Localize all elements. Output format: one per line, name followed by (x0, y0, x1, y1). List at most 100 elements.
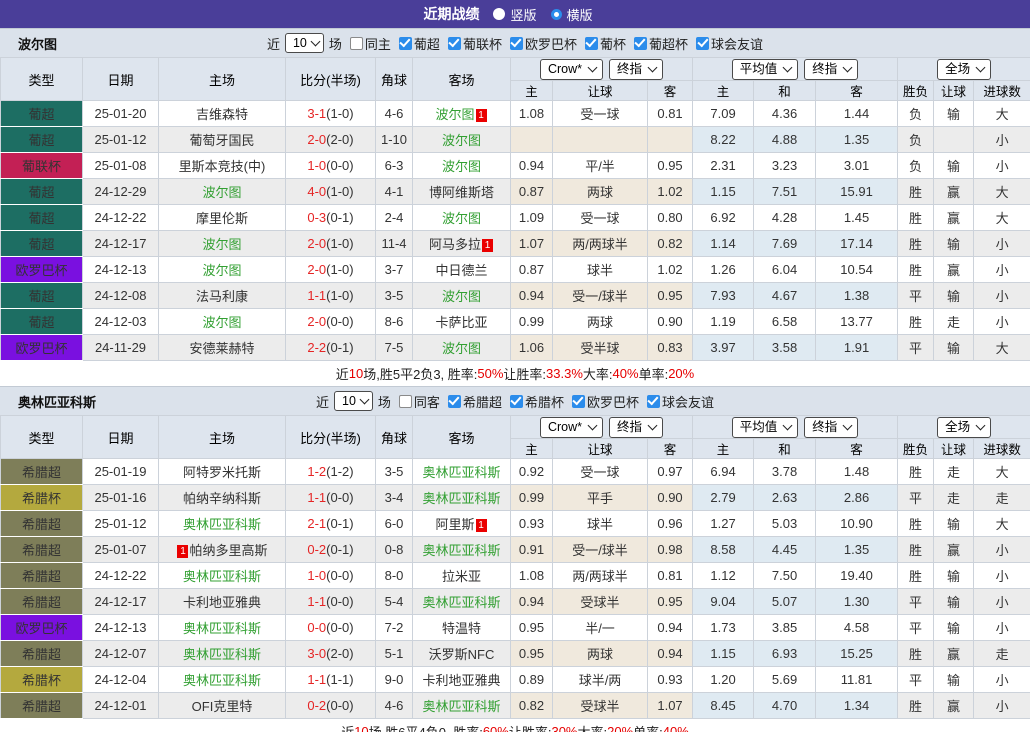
final-odds-select[interactable]: 终指 (609, 417, 663, 438)
league-filter-checkbox[interactable] (647, 395, 660, 408)
match-scope-select[interactable]: 全场 (937, 417, 991, 438)
cell-avg-home: 6.94 (693, 459, 754, 485)
summary-segment: 33.3% (546, 366, 583, 381)
result-group-controls: 全场 (898, 417, 1030, 438)
cell-avg-home: 1.19 (693, 309, 754, 335)
chevron-down-icon (976, 62, 986, 72)
cell-avg-home: 3.97 (693, 335, 754, 361)
league-filter-label: 希腊超 (463, 392, 502, 411)
check-icon (573, 394, 584, 405)
halftime-score: (1-1) (326, 672, 353, 687)
cell-avg-away: 4.58 (816, 615, 898, 641)
cell-result-wdl: 胜 (898, 537, 934, 563)
cell-home-team: 卡利地亚雅典 (159, 589, 286, 615)
summary-segment: 让胜率: (509, 722, 552, 732)
cell-home-team: 奥林匹亚科斯 (159, 615, 286, 641)
league-filter-checkbox[interactable] (572, 395, 585, 408)
same-venue-checkbox[interactable] (350, 37, 363, 50)
cell-date: 25-01-07 (83, 537, 159, 563)
cell-avg-draw: 5.07 (754, 589, 816, 615)
radio-icon-vertical[interactable] (493, 8, 505, 20)
cell-home-team: 奥林匹亚科斯 (159, 641, 286, 667)
cell-avg-away: 1.48 (816, 459, 898, 485)
cell-avg-draw: 6.04 (754, 257, 816, 283)
cell-corners: 3-5 (376, 459, 413, 485)
layout-radio-horizontal[interactable]: 横版 (551, 5, 593, 24)
cell-odds-home: 0.91 (511, 537, 553, 563)
cell-odds-home: 1.08 (511, 101, 553, 127)
cell-avg-draw: 3.58 (754, 335, 816, 361)
cell-score: 1-0(0-0) (286, 153, 376, 179)
final-odds-select[interactable]: 终指 (609, 59, 663, 80)
league-filter-checkbox[interactable] (510, 37, 523, 50)
match-scope-select[interactable]: 全场 (937, 59, 991, 80)
home-team-name: 奥林匹亚科斯 (183, 569, 261, 584)
table-row: 欧罗巴杯24-12-13奥林匹亚科斯0-0(0-0)7-2特温特0.95半/一0… (1, 615, 1030, 641)
cell-date: 24-11-29 (83, 335, 159, 361)
cell-odds-handicap: 受一球 (553, 101, 648, 127)
cell-avg-away: 15.25 (816, 641, 898, 667)
league-filter-checkbox[interactable] (585, 37, 598, 50)
average-select[interactable]: 平均值 (732, 417, 799, 438)
cell-league: 希腊超 (1, 693, 83, 719)
league-filter-checkbox[interactable] (399, 37, 412, 50)
cell-league: 欧罗巴杯 (1, 615, 83, 641)
radio-icon-horizontal[interactable] (551, 9, 562, 20)
recent-count-select[interactable]: 10 (285, 33, 324, 53)
chevron-down-icon (310, 36, 320, 46)
cell-league: 欧罗巴杯 (1, 335, 83, 361)
cell-result-wdl: 平 (898, 335, 934, 361)
halftime-score: (1-2) (326, 464, 353, 479)
away-team-name: 特温特 (442, 621, 481, 636)
cell-avg-home: 1.14 (693, 231, 754, 257)
fulltime-score: 1-1 (307, 288, 326, 303)
team-filter-bar: 奥林匹亚科斯近10场同客希腊超希腊杯欧罗巴杯球会友谊 (0, 386, 1030, 415)
cell-score: 1-1(0-0) (286, 589, 376, 615)
halftime-score: (0-0) (326, 594, 353, 609)
rank-badge: 1 (482, 239, 493, 252)
league-filter-checkbox[interactable] (510, 395, 523, 408)
final-odds-select-2[interactable]: 终指 (804, 417, 858, 438)
cell-away-team: 奥林匹亚科斯 (413, 537, 511, 563)
halftime-score: (1-0) (326, 262, 353, 277)
recent-count-select-value: 10 (342, 392, 356, 411)
final-odds-select-2[interactable]: 终指 (804, 59, 858, 80)
cell-score: 0-3(0-1) (286, 205, 376, 231)
cell-league: 希腊超 (1, 459, 83, 485)
bookmaker-select[interactable]: Crow* (540, 59, 603, 80)
team-sections: 波尔图近10场同主葡超葡联杯欧罗巴杯葡杯葡超杯球会友谊类型日期主场比分(半场)角… (0, 28, 1030, 732)
cell-odds-handicap: 半/一 (553, 615, 648, 641)
col-header-type: 类型 (1, 416, 83, 459)
chevron-down-icon (783, 62, 793, 72)
league-filter-checkbox[interactable] (634, 37, 647, 50)
filter-controls: 近10场同主葡超葡联杯欧罗巴杯葡杯葡超杯球会友谊 (267, 33, 763, 53)
league-filter-checkbox[interactable] (448, 37, 461, 50)
league-filter-checkbox[interactable] (696, 37, 709, 50)
cell-odds-handicap: 两/两球半 (553, 563, 648, 589)
cell-result-handicap: 输 (934, 283, 974, 309)
league-filter-checkbox[interactable] (448, 395, 461, 408)
cell-avg-away: 10.54 (816, 257, 898, 283)
subcol-avg-away: 客 (816, 81, 898, 101)
layout-radio-vertical[interactable]: 竖版 (493, 5, 536, 24)
chevron-down-icon (648, 420, 658, 430)
cell-result-wdl: 胜 (898, 257, 934, 283)
bookmaker-select[interactable]: Crow* (540, 417, 603, 438)
cell-odds-home: 0.95 (511, 615, 553, 641)
cell-avg-draw: 3.78 (754, 459, 816, 485)
recent-count-select[interactable]: 10 (334, 391, 373, 411)
halftime-score: (1-0) (326, 236, 353, 251)
cell-odds-away: 0.90 (648, 485, 693, 511)
fulltime-score: 0-3 (307, 210, 326, 225)
cell-result-handicap: 赢 (934, 537, 974, 563)
average-select[interactable]: 平均值 (732, 59, 799, 80)
cell-result-wdl: 平 (898, 589, 934, 615)
summary-segment: 40% (613, 366, 639, 381)
cell-result-goals: 小 (974, 231, 1030, 257)
cell-home-team: 里斯本竞技(中) (159, 153, 286, 179)
halftime-score: (0-1) (326, 210, 353, 225)
same-venue-checkbox[interactable] (399, 395, 412, 408)
cell-home-team: 波尔图 (159, 309, 286, 335)
home-team-name: 葡萄牙国民 (189, 133, 254, 148)
cell-odds-home: 0.87 (511, 179, 553, 205)
